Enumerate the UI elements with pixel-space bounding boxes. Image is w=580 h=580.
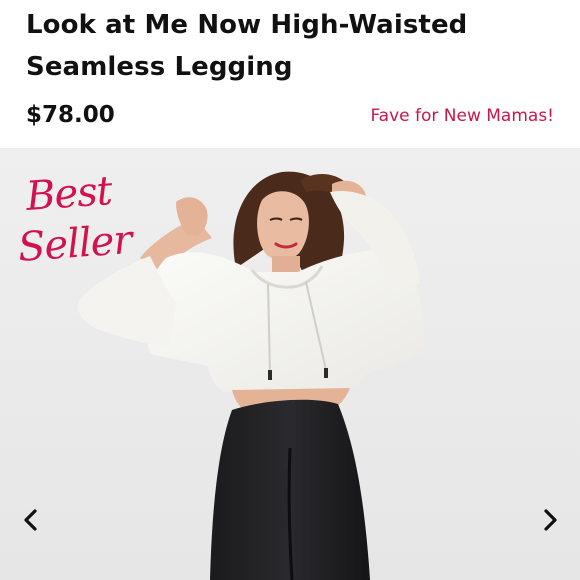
previous-image-button[interactable] bbox=[15, 503, 45, 537]
product-header: Look at Me Now High-Waisted Seamless Leg… bbox=[0, 0, 580, 148]
chevron-right-icon bbox=[544, 509, 557, 531]
next-image-button[interactable] bbox=[536, 503, 566, 537]
best-seller-badge-line-1: Best bbox=[24, 168, 114, 220]
best-seller-badge-line-2: Seller bbox=[16, 217, 133, 271]
product-image-gallery[interactable]: Best Seller bbox=[0, 148, 580, 580]
product-price: $78.00 bbox=[26, 102, 115, 128]
chevron-left-icon bbox=[24, 509, 37, 531]
product-title: Look at Me Now High-Waisted Seamless Leg… bbox=[26, 10, 468, 82]
promo-tag: Fave for New Mamas! bbox=[370, 106, 554, 126]
